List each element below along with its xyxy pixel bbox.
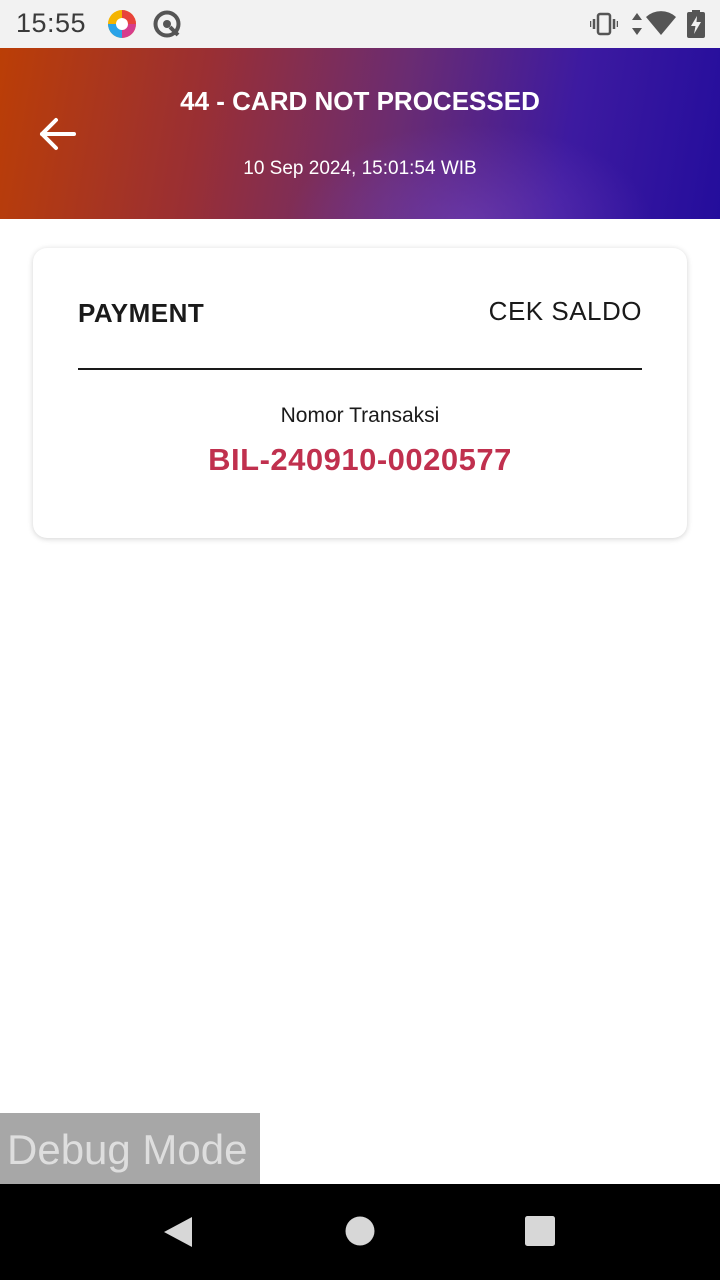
- nav-recents-square-icon[interactable]: [522, 1214, 558, 1250]
- cek-saldo-label: CEK SALDO: [488, 296, 642, 326]
- debug-mode-label: Debug Mode: [7, 1126, 248, 1173]
- back-arrow-icon[interactable]: [36, 112, 80, 156]
- nav-home-circle-icon[interactable]: [342, 1214, 378, 1250]
- wifi-icon: [646, 11, 676, 36]
- page-subtitle-timestamp: 10 Sep 2024, 15:01:54 WIB: [243, 158, 477, 179]
- transaction-number-value: BIL-240910-0020577: [208, 442, 512, 477]
- system-nav-bar: [0, 1184, 720, 1280]
- debug-mode-badge: Debug Mode: [0, 1113, 260, 1184]
- battery-charging-icon: [687, 10, 705, 38]
- data-transfer-icon: [632, 13, 642, 35]
- status-time: 15:55: [16, 8, 87, 38]
- status-bar: 15:55: [0, 0, 720, 48]
- nav-back-triangle-icon[interactable]: [160, 1214, 196, 1250]
- page-title: 44 - CARD NOT PROCESSED: [180, 86, 540, 116]
- app-notification-icon: [108, 10, 136, 38]
- transaction-number-label: Nomor Transaksi: [280, 404, 440, 427]
- card-divider: [78, 368, 642, 370]
- header-bar: 44 - CARD NOT PROCESSED 10 Sep 2024, 15:…: [0, 48, 720, 219]
- quick-settings-icon: [153, 10, 181, 38]
- transaction-card: PAYMENT CEK SALDO Nomor Transaksi BIL-24…: [33, 248, 687, 538]
- vibrate-icon: [590, 12, 618, 36]
- payment-label: PAYMENT: [78, 298, 205, 328]
